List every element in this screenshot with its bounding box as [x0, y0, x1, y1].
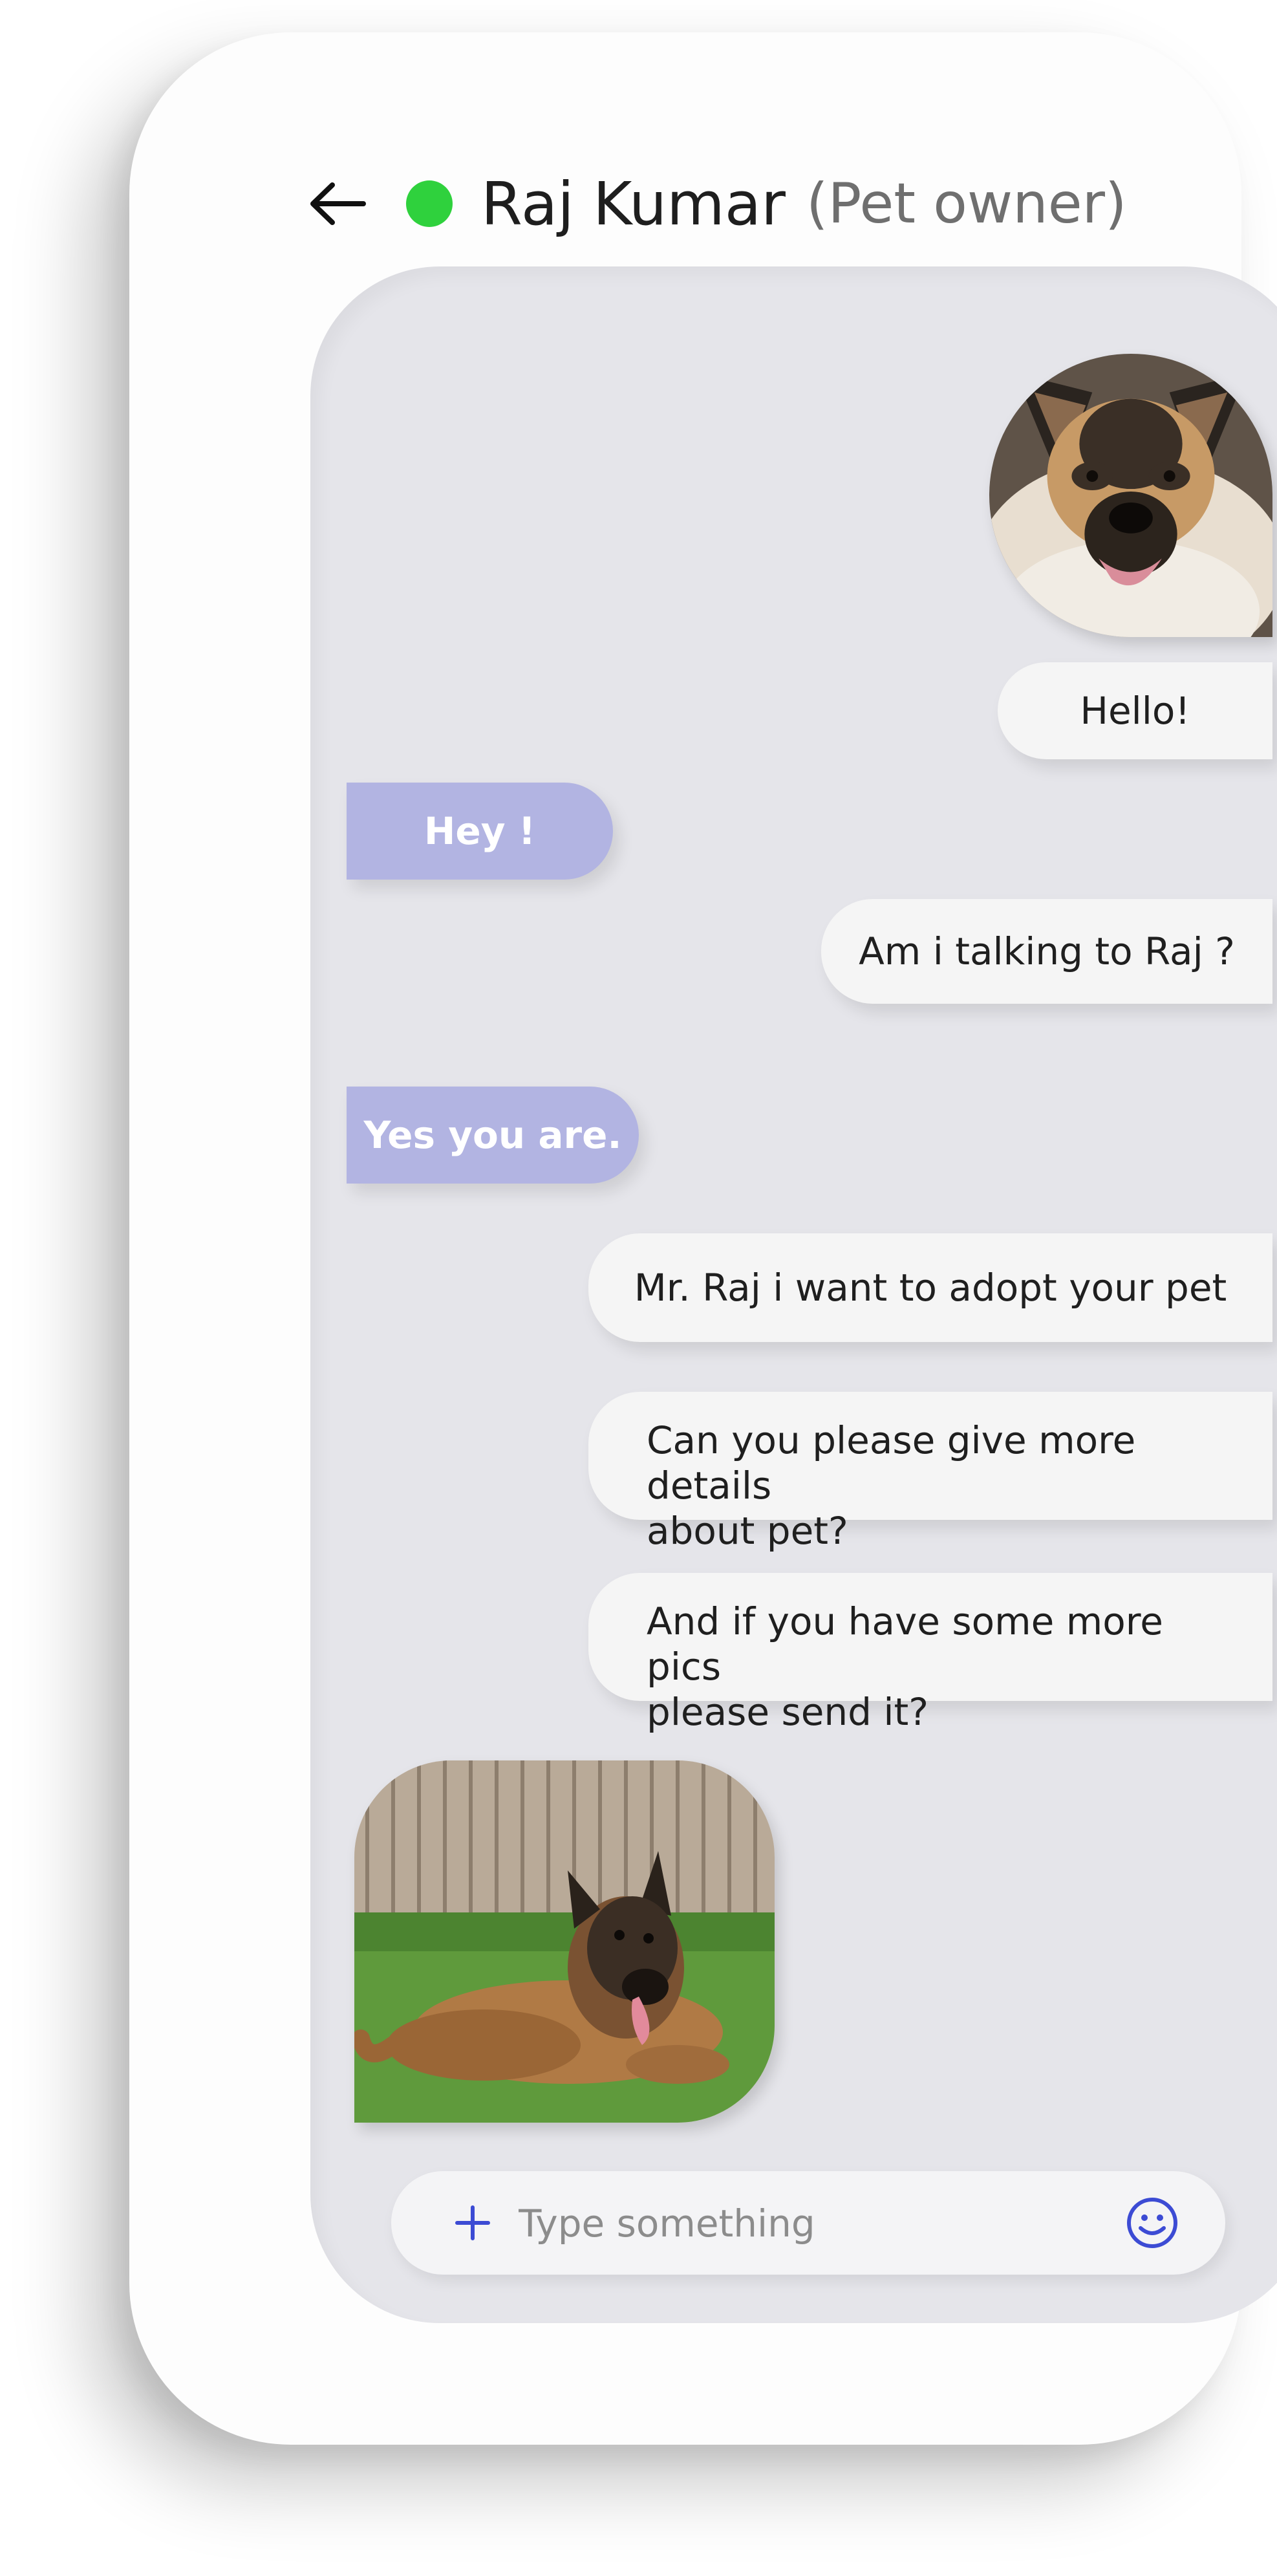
smiley-icon[interactable] — [1125, 2196, 1179, 2250]
phone-frame: Raj Kumar (Pet owner) Hello! Hey ! Am i … — [129, 32, 1277, 2445]
message-outgoing: Hello! — [998, 662, 1272, 759]
message-outgoing: Am i talking to Raj ? — [821, 899, 1272, 1004]
chat-thread[interactable]: Hello! Hey ! Am i talking to Raj ? Yes y… — [310, 266, 1277, 2323]
message-incoming: Hey ! — [347, 783, 613, 880]
contact-name: Raj Kumar — [481, 169, 786, 239]
message-image-dog-on-grass[interactable] — [354, 1760, 775, 2123]
message-image-dog-portrait[interactable] — [989, 354, 1272, 637]
plus-icon[interactable] — [443, 2193, 502, 2253]
message-incoming: Yes you are. — [347, 1087, 639, 1184]
dog-portrait-image — [989, 354, 1272, 637]
arrow-left-icon[interactable] — [309, 181, 366, 226]
plus-glyph — [455, 2205, 490, 2240]
message-outgoing: And if you have some more pics please se… — [588, 1573, 1272, 1734]
chat-header: Raj Kumar (Pet owner) — [309, 165, 1127, 243]
message-outgoing: Can you please give more details about p… — [588, 1392, 1272, 1553]
online-status-icon — [406, 180, 453, 227]
message-composer — [391, 2171, 1225, 2275]
message-outgoing: Mr. Raj i want to adopt your pet — [588, 1233, 1272, 1342]
contact-role: (Pet owner) — [806, 171, 1127, 236]
dog-on-grass-image — [354, 1760, 775, 2123]
message-input[interactable] — [517, 2191, 1089, 2257]
